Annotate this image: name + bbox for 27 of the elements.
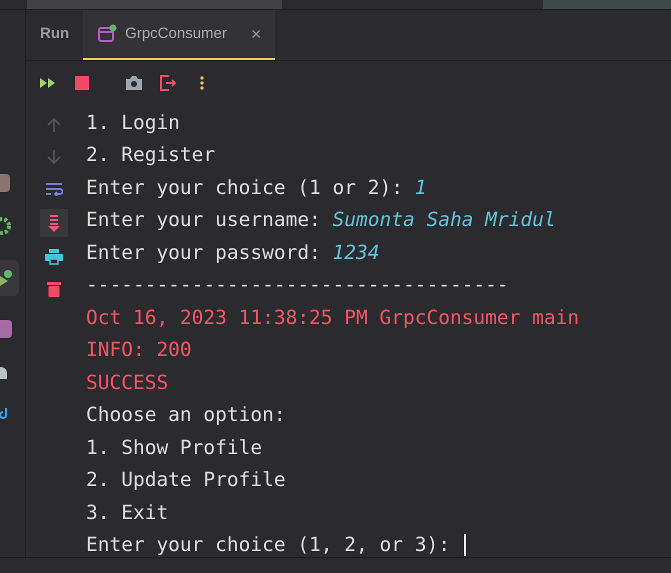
window-icon bbox=[97, 24, 118, 44]
tab-label: Run bbox=[40, 24, 70, 44]
typed-text: 1234 bbox=[332, 240, 380, 266]
console-line: 1. Show Profile bbox=[86, 434, 262, 461]
scroll-end-icon[interactable] bbox=[40, 209, 68, 237]
console-line: 1. Login bbox=[86, 110, 180, 136]
console-line: Enter your choice (1 or 2): bbox=[86, 174, 404, 201]
typed-text: Sumonta Saha Mridul bbox=[332, 207, 556, 234]
console-line: INFO: 200 bbox=[86, 337, 192, 364]
console-line: Choose an option: bbox=[86, 402, 286, 428]
console-line: Enter your password: bbox=[86, 240, 322, 266]
close-button[interactable]: × bbox=[250, 25, 262, 43]
console-line: ------------------------------------ bbox=[86, 272, 509, 298]
console-line: SUCCESS bbox=[86, 370, 168, 396]
typed-text: 1 bbox=[414, 174, 426, 201]
console-line: Enter your username: bbox=[86, 207, 322, 234]
gear-icon[interactable] bbox=[0, 216, 12, 236]
tab-label: GrpcConsumer bbox=[125, 24, 227, 44]
console-line: Oct 16, 2023 11:38:25 PM GrpcConsumer main bbox=[86, 304, 580, 331]
console-line: Enter your choice (1, 2, or 3): bbox=[86, 532, 451, 558]
console-line: 2. Register bbox=[86, 142, 216, 168]
tab[interactable]: GrpcConsumer × bbox=[83, 10, 276, 60]
run-icon-button[interactable] bbox=[0, 260, 19, 296]
play-icon bbox=[0, 270, 12, 286]
console-line: 2. Update Profile bbox=[86, 467, 286, 494]
console-line: 3. Exit bbox=[86, 500, 168, 526]
tab[interactable]: Run bbox=[26, 10, 84, 60]
